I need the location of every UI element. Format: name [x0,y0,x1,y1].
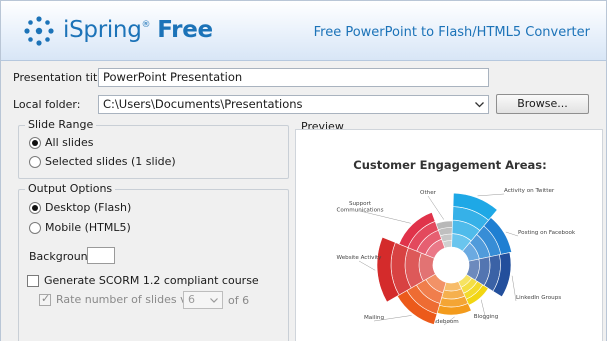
radio-mobile-html5-label: Mobile (HTML5) [45,221,131,234]
radio-button-selected[interactable] [29,201,41,214]
presentation-title-label: Presentation title: [13,71,111,84]
radio-mobile-html5[interactable]: Mobile (HTML5) [29,221,131,234]
slide-range-title: Slide Range [25,118,97,132]
engagement-chart: Other Activity on Twitter Posting on Faceb… [336,188,576,326]
output-options-group: Output Options Desktop (Flash) Mobile (H… [18,182,289,341]
header-banner: iSpring® Free Free PowerPoint to Flash/H… [1,1,606,61]
scorm-checkbox-label: Generate SCORM 1.2 compliant course [44,274,259,287]
rate-slides-checkbox [39,292,51,306]
presentation-title-input[interactable]: PowerPoint Presentation [98,68,489,87]
chart-category-label: LinkedIn Groups [516,295,561,301]
chart-category-label: Activity on Twitter [504,188,555,194]
radio-all-slides[interactable]: All slides [29,136,93,149]
radio-desktop-flash[interactable]: Desktop (Flash) [29,201,131,214]
rate-slides-value: 6 [188,293,195,306]
chevron-down-icon [210,298,218,303]
brand-edition: Free [157,17,213,43]
brand-name: iSpring [63,17,142,43]
ispring-logo-icon [24,16,54,46]
app-window: iSpring® Free Free PowerPoint to Flash/H… [0,0,607,341]
output-options-title: Output Options [25,182,116,196]
rate-slides-select: 6 [183,291,223,309]
chart-category-label: Mailing [364,315,384,321]
chart-leader-line [358,260,376,271]
chart-leader-line [505,231,519,237]
scorm-checkbox-row[interactable]: Generate SCORM 1.2 compliant course [27,274,259,287]
chart-category-label: Website Activity [337,255,383,261]
chart-category-label: Other [420,190,437,196]
slide-preview: Customer Engagement Areas: Other Activity… [295,129,603,341]
radio-selected-slides[interactable]: Selected slides (1 slide) [29,155,176,168]
chart-center-hole [433,247,469,283]
chart-category-label: Support Communications [336,201,383,214]
slide-range-group: Slide Range All slides Selected slides (… [18,118,289,179]
local-folder-label: Local folder: [13,98,81,111]
header-subtitle: Free PowerPoint to Flash/HTML5 Converter [313,25,590,40]
local-folder-value: C:\Users\Documents\Presentations [103,97,303,111]
chart-category-label: Posting on Facebook [518,230,576,236]
brand-logo-text: iSpring® Free [63,17,213,43]
background-color-picker[interactable] [87,247,115,264]
brand-registered-mark: ® [141,20,151,30]
scorm-checkbox[interactable] [27,274,39,287]
chart-leader-line [477,193,505,197]
radio-selected-slides-label: Selected slides (1 slide) [45,155,176,168]
radio-button[interactable] [29,155,41,168]
radio-button-selected[interactable] [29,136,41,149]
chart-category-label: Blogging [474,314,499,320]
radio-all-slides-label: All slides [45,136,94,149]
radio-desktop-flash-label: Desktop (Flash) [45,201,132,214]
browse-button[interactable]: Browse... [496,94,589,114]
chevron-down-icon[interactable] [471,96,488,113]
radio-button[interactable] [29,221,41,234]
rate-slides-total: of 6 [228,294,250,307]
local-folder-combobox[interactable]: C:\Users\Documents\Presentations [98,95,489,114]
